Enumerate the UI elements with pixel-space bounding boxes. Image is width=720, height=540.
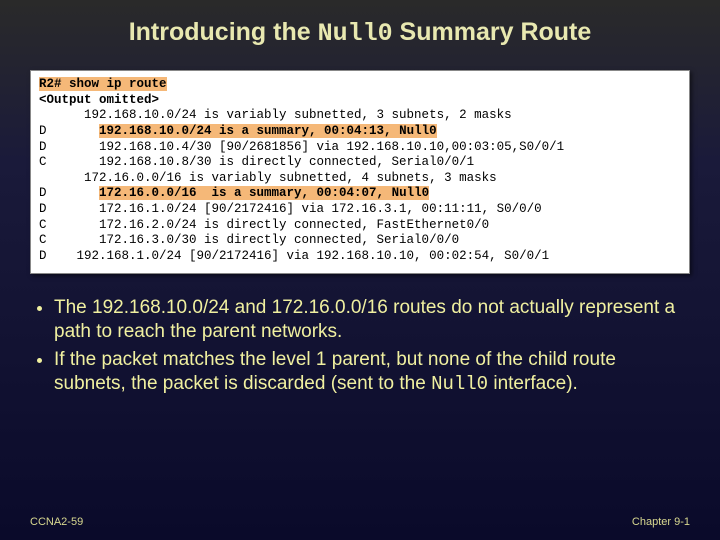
bullet-2-mono: Null0	[431, 373, 488, 395]
bullet-1: The 192.168.10.0/24 and 172.16.0.0/16 ro…	[54, 296, 684, 345]
term-line5: 172.16.0.0/16 is variably subnetted, 4 s…	[39, 171, 497, 185]
bullet-2: If the packet matches the level 1 parent…	[54, 348, 684, 397]
term-line9: C 172.16.3.0/30 is directly connected, S…	[39, 233, 459, 247]
terminal-output: R2# show ip route <Output omitted> 192.1…	[30, 70, 690, 274]
bullet-list: The 192.168.10.0/24 and 172.16.0.0/16 ro…	[0, 292, 720, 397]
term-line10: D 192.168.1.0/24 [90/2172416] via 192.16…	[39, 249, 549, 263]
bullet-1-text: The 192.168.10.0/24 and 172.16.0.0/16 ro…	[54, 297, 675, 342]
term-prompt: R2#	[39, 77, 69, 91]
term-line3: D 192.168.10.4/30 [90/2681856] via 192.1…	[39, 140, 564, 154]
term-line2a: D	[39, 124, 99, 138]
term-line1: 192.168.10.0/24 is variably subnetted, 3…	[39, 108, 512, 122]
term-line6b: 172.16.0.0/16 is a summary, 00:04:07, Nu…	[99, 186, 429, 200]
term-line7: D 172.16.1.0/24 [90/2172416] via 172.16.…	[39, 202, 542, 216]
title-suffix: Summary Route	[393, 18, 592, 46]
footer-right: Chapter 9-1	[632, 516, 690, 528]
term-line2b: 192.168.10.0/24 is a summary, 00:04:13, …	[99, 124, 437, 138]
term-line6a: D	[39, 186, 99, 200]
footer-left: CCNA2-59	[30, 516, 83, 528]
bullet-2b: interface).	[488, 373, 578, 394]
title-prefix: Introducing the	[129, 18, 318, 46]
term-cmd: show ip route	[69, 77, 167, 91]
term-line4: C 192.168.10.8/30 is directly connected,…	[39, 155, 474, 169]
term-line8: C 172.16.2.0/24 is directly connected, F…	[39, 218, 489, 232]
term-omit: <Output omitted>	[39, 93, 159, 107]
slide-title: Introducing the Null0 Summary Route	[0, 0, 720, 62]
title-mono: Null0	[318, 19, 393, 48]
